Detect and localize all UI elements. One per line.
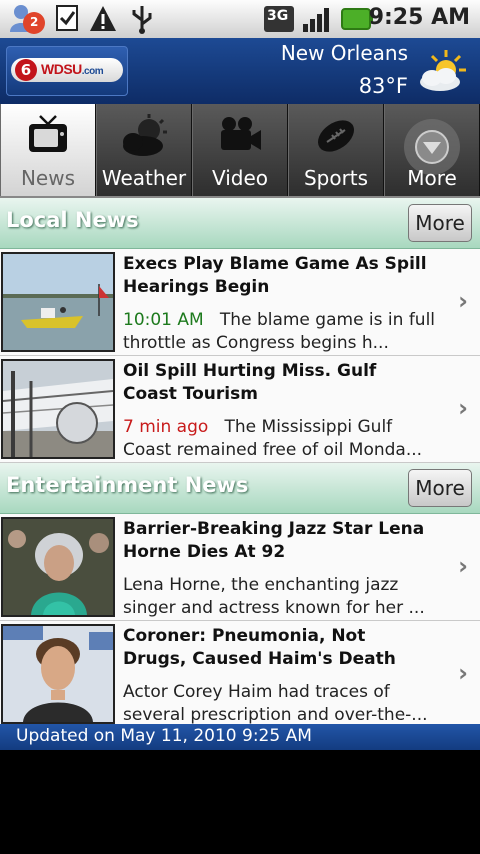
tv-icon [26, 114, 70, 162]
tab-label: More [407, 166, 457, 190]
news-title: Execs Play Blame Game As Spill Hearings … [123, 254, 427, 297]
section-title: Entertainment News [6, 473, 249, 497]
news-thumbnail-ship-island [1, 359, 115, 459]
news-summary: Actor Corey Haim had traces of several p… [123, 682, 428, 725]
station-logo[interactable]: 6 WDSU.com [6, 46, 128, 96]
section-header-entertainment-news: Entertainment News More [0, 463, 480, 514]
news-item[interactable]: Barrier-Breaking Jazz Star Lena Horne Di… [0, 514, 480, 621]
tab-bar: News Weather Video Sports More [0, 104, 480, 198]
tab-video[interactable]: Video [192, 104, 288, 196]
tab-label: Weather [101, 166, 187, 190]
news-title: Oil Spill Hurting Miss. Gulf Coast Touri… [123, 361, 377, 404]
signal-strength-icon [302, 4, 334, 38]
contacts-notification-icon: 2 [8, 2, 48, 40]
news-thumbnail-lena-horne [1, 517, 115, 617]
section-title: Local News [6, 208, 139, 232]
chevron-right-icon: › [458, 394, 468, 422]
news-content: Local News More Execs Play Blame Game As… [0, 198, 480, 728]
cloud-sun-icon [119, 114, 169, 162]
network-type: 3G [267, 8, 289, 24]
partly-sunny-icon[interactable] [416, 48, 468, 98]
clock: 9:25 AM [368, 5, 470, 30]
tab-news[interactable]: News [0, 104, 96, 196]
weather-temperature: 83°F [358, 74, 408, 98]
tab-more[interactable]: More [384, 104, 480, 196]
logo-channel-number: 6 [15, 59, 37, 81]
news-timestamp: 10:01 AM [123, 310, 204, 330]
logo-text: WDSU.com [41, 61, 104, 77]
weather-city: New Orleans [280, 41, 408, 65]
tab-label: Video [211, 166, 269, 190]
network-3g-icon: 3G [264, 4, 296, 38]
football-icon [313, 114, 359, 162]
news-item[interactable]: Oil Spill Hurting Miss. Gulf Coast Touri… [0, 356, 480, 463]
news-summary: Lena Horne, the enchanting jazz singer a… [123, 575, 425, 618]
more-button-entertainment-news[interactable]: More [408, 469, 472, 507]
news-title: Coroner: Pneumonia, Not Drugs, Caused Ha… [123, 626, 396, 669]
news-thumbnail-corey-haim [1, 624, 115, 724]
tab-sports[interactable]: Sports [288, 104, 384, 196]
news-timestamp: 7 min ago [123, 417, 209, 437]
news-summary: 7 min ago The Mississippi Gulf Coast rem… [123, 417, 423, 460]
section-header-local-news: Local News More [0, 198, 480, 249]
tab-weather[interactable]: Weather [96, 104, 192, 196]
more-button-local-news[interactable]: More [408, 204, 472, 242]
task-done-icon [54, 4, 82, 38]
news-title: Barrier-Breaking Jazz Star Lena Horne Di… [123, 519, 425, 562]
news-item[interactable]: Coroner: Pneumonia, Not Drugs, Caused Ha… [0, 621, 480, 728]
tab-label: News [20, 166, 76, 190]
news-item[interactable]: Execs Play Blame Game As Spill Hearings … [0, 249, 480, 356]
app-header: 6 WDSU.com New Orleans 83°F [0, 38, 480, 104]
news-summary: 10:01 AM The blame game is in full throt… [123, 310, 436, 353]
chevron-right-icon: › [458, 659, 468, 687]
status-bar: 2 3G 9:25 AM [0, 0, 480, 39]
updated-timestamp: Updated on May 11, 2010 9:25 AM [16, 726, 312, 746]
news-thumbnail-boat [1, 252, 115, 352]
chevron-right-icon: › [458, 552, 468, 580]
chevron-right-icon: › [458, 287, 468, 315]
usb-icon [128, 4, 156, 38]
updated-footer: Updated on May 11, 2010 9:25 AM [0, 724, 480, 750]
notification-count: 2 [30, 15, 39, 29]
video-camera-icon [217, 114, 263, 162]
warning-icon [88, 4, 118, 38]
tab-label: Sports [303, 166, 369, 190]
